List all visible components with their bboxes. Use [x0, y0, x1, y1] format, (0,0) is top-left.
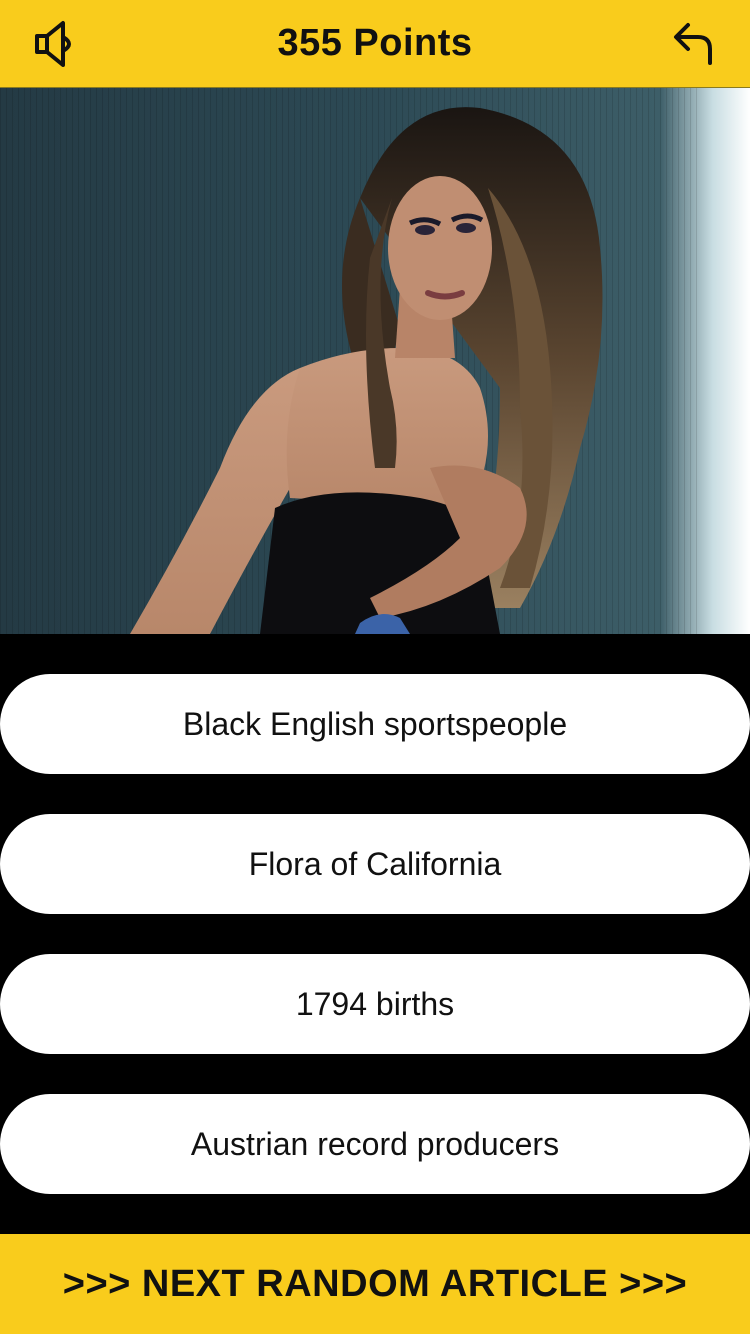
answer-button-2[interactable]: Flora of California: [0, 814, 750, 914]
back-button[interactable]: [664, 14, 724, 74]
points-title: 355 Points: [277, 22, 473, 64]
quiz-screen: 355 Points Black English sportspeople Fl…: [0, 0, 750, 1334]
portrait-image: [0, 88, 750, 634]
top-bar: 355 Points: [0, 0, 750, 88]
answer-button-4[interactable]: Austrian record producers: [0, 1094, 750, 1194]
undo-arrow-icon: [674, 23, 712, 65]
article-photo: [0, 88, 750, 634]
next-random-article-button[interactable]: >>> NEXT RANDOM ARTICLE >>>: [0, 1234, 750, 1334]
answer-button-3[interactable]: 1794 births: [0, 954, 750, 1054]
answer-button-1[interactable]: Black English sportspeople: [0, 674, 750, 774]
